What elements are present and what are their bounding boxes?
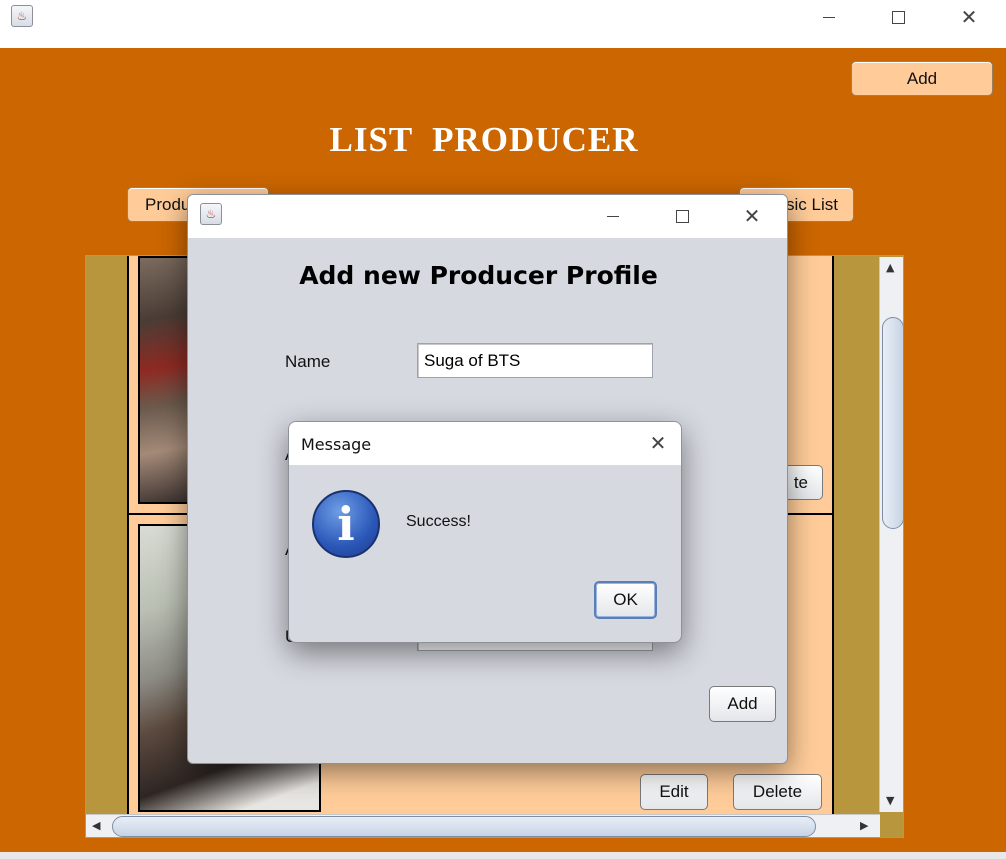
maximize-icon: [675, 209, 689, 223]
vertical-scrollbar[interactable]: ▲ ▼: [879, 257, 904, 812]
dialog-title: Add new Producer Profile: [299, 261, 658, 290]
horizontal-scrollbar[interactable]: ◀ ▶: [86, 814, 880, 837]
close-button[interactable]: ✕: [946, 0, 992, 34]
info-icon: i: [312, 490, 380, 558]
dialog-minimize-button[interactable]: [590, 199, 636, 233]
maximize-button[interactable]: [875, 0, 921, 34]
minimize-button[interactable]: [806, 0, 852, 34]
delete-button[interactable]: Delete: [733, 774, 822, 810]
maximize-icon: [891, 10, 905, 24]
horizontal-scroll-thumb[interactable]: [112, 816, 816, 837]
message-close-button[interactable]: ✕: [635, 426, 681, 460]
message-titlebar: Message ✕: [289, 422, 681, 465]
minimize-icon: [607, 215, 619, 217]
close-icon: ✕: [960, 5, 978, 29]
close-icon: ✕: [649, 431, 667, 455]
add-producer-button[interactable]: Add: [851, 61, 993, 96]
message-text: Success!: [406, 513, 471, 530]
message-dialog: Message ✕ i Success! OK: [288, 421, 682, 643]
scroll-right-arrow-icon[interactable]: ▶: [860, 819, 868, 832]
page-title: LIST PRODUCER: [329, 120, 639, 159]
dialog-titlebar: ♨ ✕: [188, 195, 787, 238]
producer-photo: [138, 256, 190, 504]
dialog-add-button[interactable]: Add: [709, 686, 776, 722]
ok-button[interactable]: OK: [594, 581, 657, 619]
dialog-maximize-button[interactable]: [659, 199, 705, 233]
scroll-down-arrow-icon[interactable]: ▼: [886, 794, 894, 807]
minimize-icon: [823, 16, 835, 18]
vertical-scroll-thumb[interactable]: [882, 317, 904, 529]
name-label: Name: [285, 352, 331, 371]
message-title: Message: [301, 435, 372, 454]
java-coffee-icon: ♨: [11, 5, 33, 27]
main-titlebar: ♨ ✕: [0, 0, 1006, 40]
edit-button[interactable]: Edit: [640, 774, 708, 810]
scroll-left-arrow-icon[interactable]: ◀: [92, 819, 100, 832]
close-icon: ✕: [743, 204, 761, 228]
window-bottom-edge: [0, 852, 1006, 859]
dialog-close-button[interactable]: ✕: [729, 199, 775, 233]
name-field[interactable]: Suga of BTS: [417, 343, 653, 378]
scroll-up-arrow-icon[interactable]: ▲: [886, 261, 894, 274]
java-coffee-icon: ♨: [200, 203, 222, 225]
